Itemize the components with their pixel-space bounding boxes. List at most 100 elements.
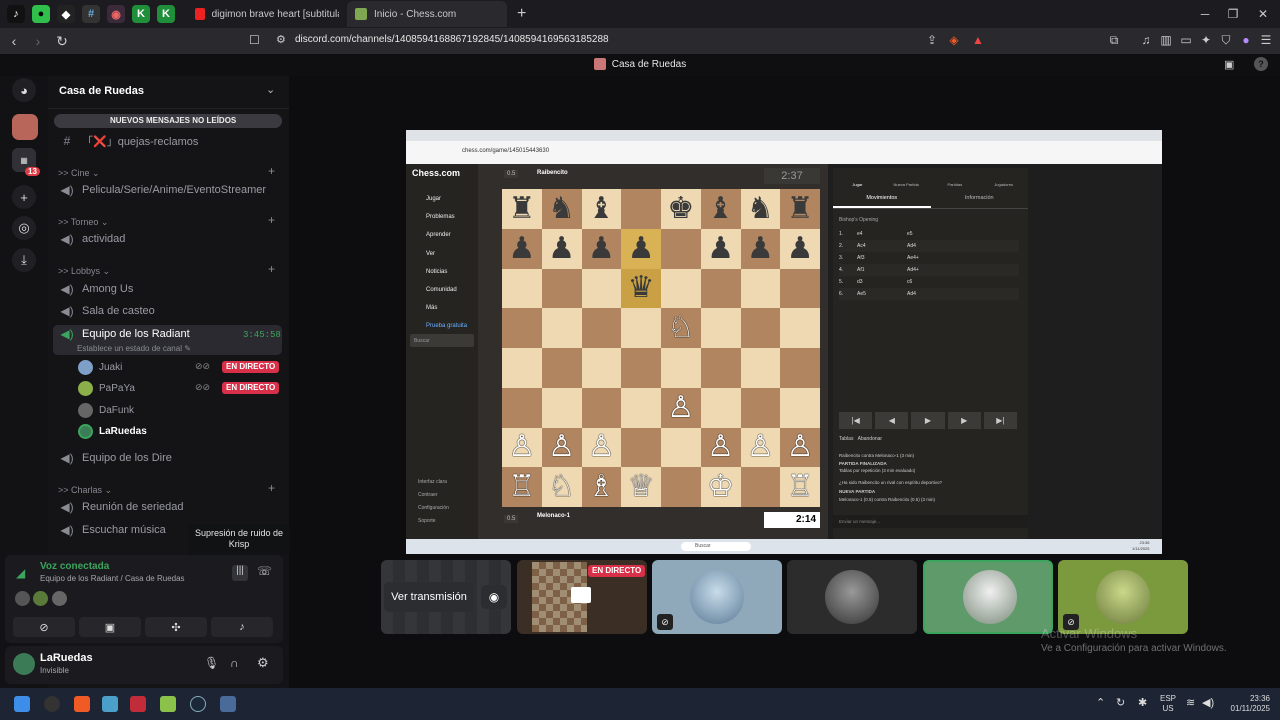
steam-icon[interactable] — [190, 696, 206, 712]
chess-piece[interactable]: ♟ — [548, 233, 575, 264]
menu-item[interactable]: Aprender — [426, 226, 467, 244]
add-channel-icon[interactable]: + — [268, 164, 275, 178]
pinned-tab-3[interactable]: ◆ — [57, 5, 75, 23]
brave-shield-icon[interactable]: ◈ — [946, 33, 962, 49]
maximize-button[interactable]: ❐ — [1216, 0, 1250, 28]
menu-item[interactable]: Prueba gratuita — [426, 317, 467, 335]
board-square[interactable]: ♔ — [700, 467, 741, 507]
board-square[interactable]: ♗ — [581, 467, 622, 507]
board-square[interactable] — [581, 348, 622, 388]
reload-icon[interactable]: ↻ — [52, 33, 72, 50]
inbox-icon[interactable]: ▣ — [1224, 58, 1234, 72]
board-square[interactable]: ♙ — [700, 427, 741, 468]
chess-piece[interactable]: ♙ — [548, 432, 575, 462]
next-move-icon[interactable]: ▶ — [947, 412, 981, 429]
chess-piece[interactable]: ♖ — [787, 472, 814, 502]
vpn-icon[interactable]: ⛉ — [1218, 33, 1234, 49]
member-dafunk[interactable]: DaFunk — [78, 401, 134, 419]
watch-stream-button[interactable]: Ver transmisión — [384, 582, 474, 612]
bluetooth-icon[interactable]: ✱ — [1138, 696, 1147, 709]
discord-home-icon[interactable]: ◕ — [12, 78, 36, 102]
board-square[interactable] — [661, 228, 701, 269]
unread-banner[interactable]: NUEVOS MENSAJES NO LEÍDOS — [54, 114, 282, 128]
chess-piece[interactable]: ♛ — [628, 273, 655, 303]
category-lobbys[interactable]: >> Lobbys ⌄ — [58, 266, 110, 277]
profile-icon[interactable]: ● — [1238, 33, 1254, 49]
board-square[interactable] — [780, 348, 820, 388]
channel-status[interactable]: Establece un estado de canal ✎ — [77, 344, 191, 353]
move-row[interactable]: 2. Ac4 Ad4 — [839, 240, 1019, 252]
tiktok-pinned-tab[interactable]: ♪ — [7, 5, 25, 23]
channel-cine[interactable]: ◀) Pelicula/Serie/Anime/EventoStreamer — [58, 180, 266, 200]
board-square[interactable] — [502, 268, 542, 309]
brave-rewards-icon[interactable]: ▲ — [970, 33, 986, 49]
chess-piece[interactable]: ♘ — [667, 313, 694, 343]
chess-piece[interactable]: ♝ — [707, 193, 734, 224]
chess-piece[interactable]: ♞ — [548, 193, 575, 224]
board-square[interactable] — [700, 308, 741, 348]
board-square[interactable] — [661, 268, 701, 309]
app-icon[interactable] — [102, 696, 118, 712]
pinned-tab-2[interactable]: ● — [32, 5, 50, 23]
server-casa-icon[interactable] — [12, 114, 38, 140]
chat-input[interactable]: Enviar un mensaje... — [833, 515, 1028, 528]
board-square[interactable]: ♟ — [621, 228, 661, 269]
stream-thumb-1[interactable]: Ver transmisión ◉ — [381, 560, 511, 634]
board-square[interactable]: ♘ — [541, 467, 582, 507]
headphones-icon[interactable]: ∩ — [230, 656, 239, 670]
board-square[interactable]: ♝ — [700, 189, 741, 229]
board-square[interactable] — [541, 308, 582, 348]
board-square[interactable]: ♖ — [780, 467, 820, 507]
download-icon[interactable]: ⤓ — [12, 248, 36, 272]
start-icon[interactable] — [14, 696, 30, 712]
board-square[interactable]: ♙ — [661, 387, 701, 428]
menu-item[interactable]: Problemas — [426, 208, 467, 226]
share-icon[interactable]: ⇪ — [924, 33, 940, 49]
chess-piece[interactable]: ♘ — [548, 472, 575, 502]
board-square[interactable] — [780, 308, 820, 348]
back-icon[interactable]: ‹ — [4, 33, 24, 49]
board-square[interactable]: ♟ — [740, 228, 781, 269]
avatar[interactable] — [13, 653, 35, 675]
move-row[interactable]: 3. Af3 Ae4+ — [839, 252, 1019, 264]
board-square[interactable]: ♟ — [502, 228, 542, 269]
chess-piece[interactable]: ♙ — [747, 432, 774, 462]
top-player[interactable]: Raibencito — [537, 170, 568, 176]
board-square[interactable]: ♙ — [780, 427, 820, 468]
chess-piece[interactable]: ♜ — [787, 193, 814, 224]
tab-informacion[interactable]: Información — [931, 195, 1029, 208]
add-channel-icon[interactable]: + — [268, 481, 275, 495]
move-san[interactable]: c6 — [907, 279, 957, 285]
move-san[interactable]: Af3 — [857, 255, 907, 261]
move-san[interactable]: Ac4 — [857, 243, 907, 249]
chess-piece[interactable]: ♟ — [508, 233, 535, 264]
bookmark-icon[interactable]: ☐ — [249, 33, 260, 47]
board-square[interactable]: ♞ — [740, 189, 781, 229]
participant-tile-dafunk[interactable] — [787, 560, 917, 634]
channel-radiant[interactable]: ◀) Equipo de los Radiant — [58, 324, 189, 344]
chess-piece[interactable]: ♜ — [508, 193, 535, 224]
open-app-icon[interactable]: ⧉ — [1106, 33, 1122, 49]
board-square[interactable] — [661, 467, 701, 507]
category-cine[interactable]: >> Cine ⌄ — [58, 168, 100, 179]
channel-among-us[interactable]: ◀) Among Us — [58, 279, 133, 299]
board-square[interactable] — [621, 387, 661, 428]
new-tab-button[interactable]: + — [517, 5, 526, 23]
resign-button[interactable]: Abandonar — [858, 436, 882, 442]
board-square[interactable] — [621, 348, 661, 388]
site-settings-icon[interactable]: ⚙ — [276, 33, 286, 46]
menu-item[interactable]: Configuración — [418, 502, 449, 515]
board-square[interactable] — [700, 348, 741, 388]
board-square[interactable]: ♚ — [661, 189, 701, 229]
move-san[interactable]: e5 — [907, 231, 957, 237]
move-row[interactable]: 1. e4 e5 — [839, 228, 1019, 240]
krisp-icon[interactable]: ||| — [232, 565, 248, 581]
bottom-player[interactable]: Melonaco-1 — [537, 513, 570, 519]
chess-piece[interactable]: ♙ — [667, 392, 694, 423]
board-square[interactable] — [700, 387, 741, 428]
volume-icon[interactable]: ◀) — [1202, 696, 1214, 709]
board-square[interactable] — [581, 387, 622, 428]
server-name[interactable]: Casa de Ruedas — [59, 85, 144, 97]
sync-icon[interactable]: ↻ — [1116, 696, 1125, 709]
board-square[interactable]: ♙ — [581, 427, 622, 468]
